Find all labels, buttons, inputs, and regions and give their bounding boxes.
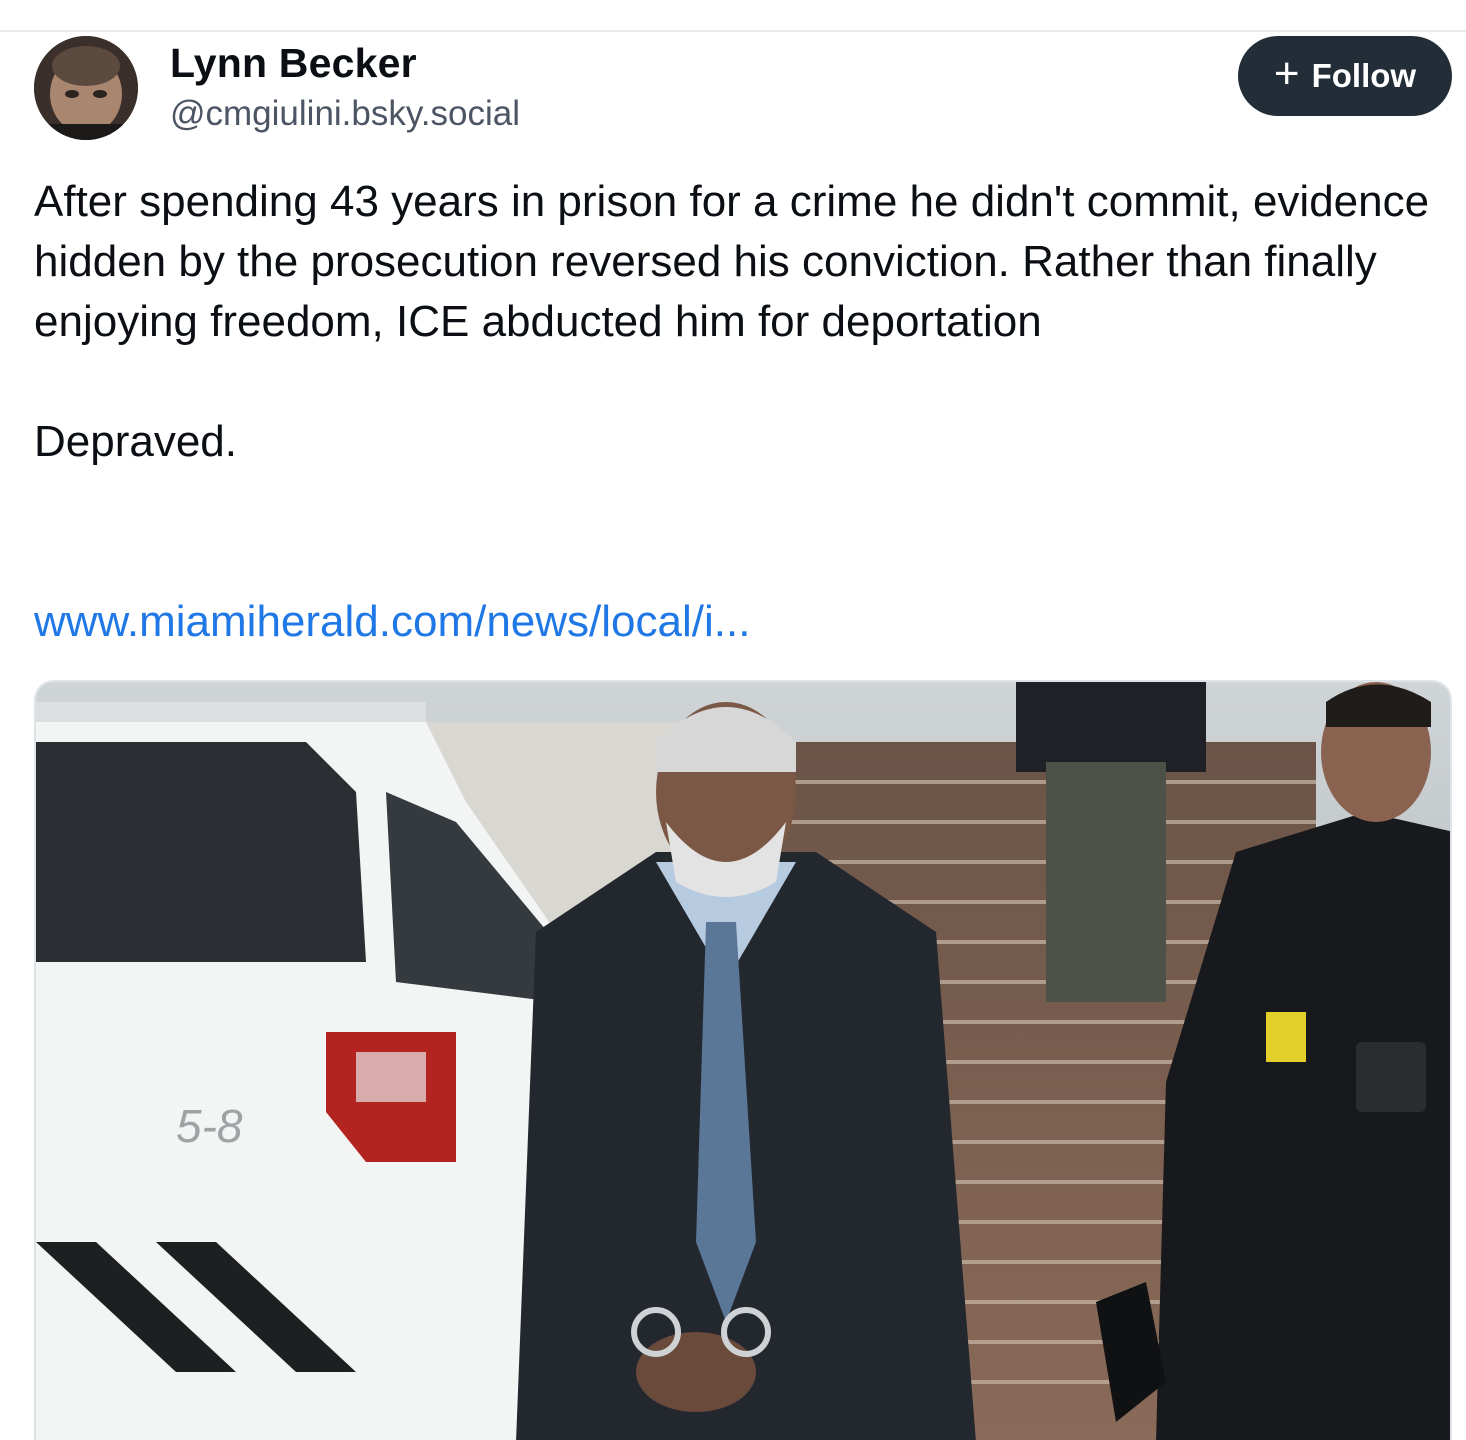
plus-icon: + <box>1273 49 1300 98</box>
link-embed-card[interactable]: 5-8 <box>34 680 1452 1440</box>
avatar-photo <box>34 36 138 140</box>
post-paragraph: Depraved. <box>34 417 238 466</box>
post-text: After spending 43 years in prison for a … <box>34 172 1434 472</box>
author-handle[interactable]: @cmgiulini.bsky.social <box>170 92 520 136</box>
author-avatar[interactable] <box>34 36 138 140</box>
vehicle-number: 5-8 <box>176 1100 243 1152</box>
follow-button-label: Follow <box>1311 57 1417 94</box>
post-link[interactable]: www.miamiherald.com/news/local/i... <box>34 592 750 652</box>
news-photo: 5-8 <box>36 682 1450 1440</box>
author-name[interactable]: Lynn Becker <box>170 38 417 88</box>
post-paragraph: After spending 43 years in prison for a … <box>34 177 1430 346</box>
follow-button[interactable]: + Follow <box>1238 36 1452 116</box>
top-divider <box>0 30 1466 32</box>
